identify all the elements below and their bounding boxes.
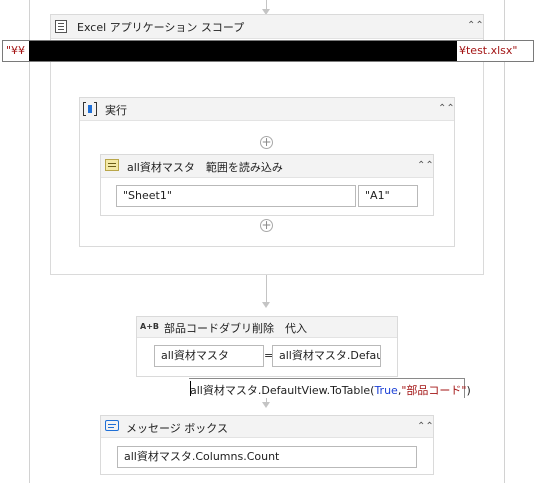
sequence-icon [83, 102, 97, 116]
range-field[interactable]: "A1" [358, 185, 418, 207]
read-range-title: all資材マスタ 範囲を読み込み [127, 161, 283, 174]
tooltip-string: "部品コード" [401, 384, 467, 397]
tooltip-prefix: all資材マスタ.DefaultView.ToTable( [190, 384, 375, 397]
message-box-header: メッセージ ボックス ⌃⌃ [101, 416, 434, 438]
read-range-activity[interactable]: all資材マスタ 範囲を読み込み ⌃⌃ "Sheet1" "A1" [100, 154, 434, 216]
message-box-activity[interactable]: メッセージ ボックス ⌃⌃ all資材マスタ.Columns.Count [100, 415, 434, 475]
redacted-path-block [29, 41, 457, 61]
connector-to-assign [266, 275, 267, 303]
assign-to-field[interactable]: all資材マスタ [154, 345, 264, 367]
assign-title: 部品コードダブリ削除 代入 [164, 322, 307, 335]
collapse-icon[interactable]: ⌃⌃ [417, 421, 434, 433]
message-text-field[interactable]: all資材マスタ.Columns.Count [117, 446, 417, 468]
tooltip-suffix: ) [466, 384, 471, 397]
tooltip-expression: all資材マスタ.DefaultView.ToTable(True,"部品コード… [190, 382, 471, 398]
canvas-left-guide [29, 0, 30, 483]
sheet-name-field[interactable]: "Sheet1" [116, 185, 356, 207]
path-prefix: "¥¥ [6, 44, 26, 57]
workbook-path-field[interactable]: "¥¥ ¥test.xlsx" [2, 40, 534, 62]
connector-arrow [262, 402, 270, 408]
add-activity-top-icon[interactable]: + [260, 136, 273, 149]
excel-scope-header: Excel アプリケーション スコープ ⌃⌃ [51, 15, 484, 39]
execute-title: 実行 [105, 104, 127, 117]
assign-activity[interactable]: A+B 部品コードダブリ削除 代入 all資材マスタ = all資材マスタ.De… [136, 316, 398, 377]
message-box-title: メッセージ ボックス [126, 422, 228, 435]
add-activity-bottom-icon[interactable]: + [260, 219, 273, 232]
execute-header: 実行 ⌃⌃ [80, 98, 455, 121]
tooltip-keyword: True [374, 384, 398, 397]
excel-icon [55, 20, 67, 33]
assign-header: A+B 部品コードダブリ削除 代入 [137, 317, 397, 338]
connector-arrow [262, 302, 270, 308]
canvas-right-guide [504, 0, 505, 483]
read-range-icon [105, 159, 119, 171]
assign-value-field[interactable]: all資材マスタ.Defau [272, 345, 381, 367]
expression-tooltip: all資材マスタ.DefaultView.ToTable(True,"部品コード… [189, 378, 471, 398]
assign-icon: A+B [140, 322, 159, 331]
collapse-icon[interactable]: ⌃⌃ [417, 160, 434, 172]
collapse-icon[interactable]: ⌃⌃ [438, 103, 455, 115]
message-icon [105, 420, 119, 431]
excel-scope-title: Excel アプリケーション スコープ [77, 21, 245, 34]
collapse-icon[interactable]: ⌃⌃ [467, 20, 484, 32]
read-range-header: all資材マスタ 範囲を読み込み ⌃⌃ [101, 155, 434, 178]
path-suffix: ¥test.xlsx" [459, 44, 518, 57]
